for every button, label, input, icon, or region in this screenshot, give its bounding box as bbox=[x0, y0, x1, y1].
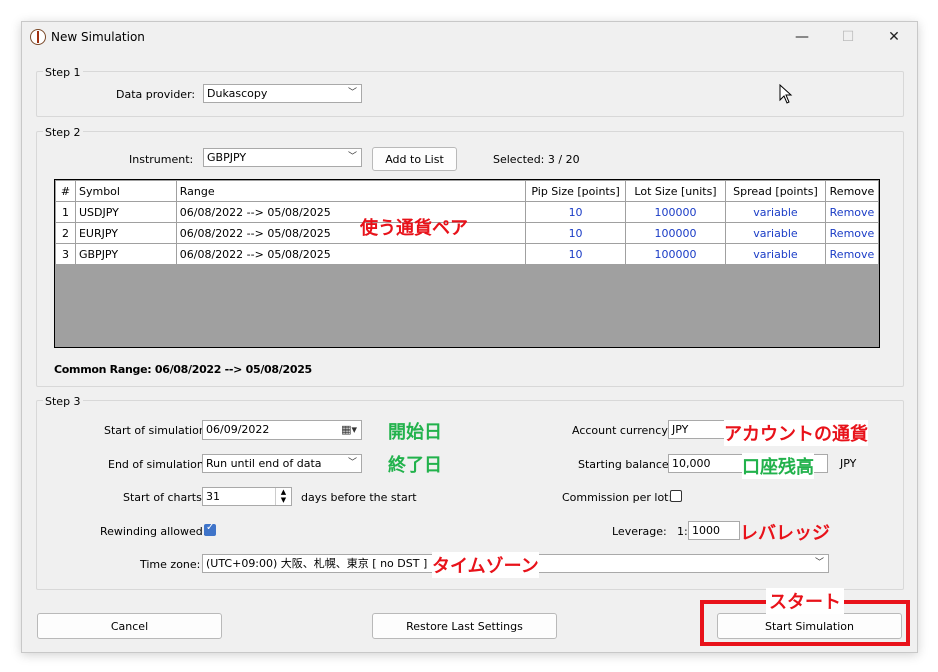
row-pip-size[interactable]: 10 bbox=[525, 243, 627, 265]
column-header: Lot Size [units] bbox=[625, 180, 726, 202]
table-header-row: # Symbol Range Pip Size [points] Lot Siz… bbox=[55, 180, 880, 202]
close-button[interactable]: ✕ bbox=[871, 22, 917, 52]
annotation-start: スタート bbox=[766, 588, 844, 614]
rewinding-allowed-checkbox[interactable] bbox=[204, 522, 216, 536]
row-symbol: EURJPY bbox=[74, 222, 177, 244]
account-currency-input[interactable]: JPY bbox=[668, 420, 728, 439]
start-of-charts-suffix: days before the start bbox=[301, 491, 417, 504]
row-number: 1 bbox=[55, 201, 76, 223]
start-date-value: 06/09/2022 bbox=[206, 423, 270, 436]
starting-balance-label: Starting balance: bbox=[578, 458, 673, 471]
row-lot-size[interactable]: 100000 bbox=[625, 243, 726, 265]
start-of-charts-stepper[interactable]: 31 ▲ ▼ bbox=[202, 487, 292, 506]
data-provider-label: Data provider: bbox=[116, 88, 196, 101]
annotation-timezone: タイムゾーン bbox=[432, 552, 539, 578]
spin-buttons[interactable]: ▲ ▼ bbox=[275, 488, 291, 505]
maximize-icon: ☐ bbox=[841, 29, 855, 45]
row-spread[interactable]: variable bbox=[725, 243, 826, 265]
annotation-start-date: 開始日 bbox=[388, 422, 442, 443]
row-number: 2 bbox=[55, 222, 76, 244]
window-title: New Simulation bbox=[51, 30, 145, 44]
instrument-label: Instrument: bbox=[129, 153, 194, 166]
data-provider-value: Dukascopy bbox=[207, 87, 268, 100]
end-of-simulation-label: End of simulation: bbox=[108, 458, 208, 471]
table-row[interactable]: 3 GBPJPY 06/08/2022 --> 05/08/2025 10 10… bbox=[55, 243, 880, 265]
time-zone-value: (UTC+09:00) 大阪、札幌、東京 [ no DST ] bbox=[206, 557, 428, 570]
remove-link[interactable]: Remove bbox=[824, 201, 880, 223]
minimize-icon: — bbox=[795, 29, 809, 45]
instrument-table: # Symbol Range Pip Size [points] Lot Siz… bbox=[54, 179, 880, 348]
annotation-end-date: 終了日 bbox=[388, 455, 442, 476]
rewinding-allowed-label: Rewinding allowed: bbox=[100, 525, 207, 538]
row-pip-size[interactable]: 10 bbox=[525, 201, 627, 223]
step1-label: Step 1 bbox=[43, 66, 83, 79]
restore-last-settings-button[interactable]: Restore Last Settings bbox=[372, 613, 557, 639]
annotation-account-currency: アカウントの通貨 bbox=[724, 420, 868, 446]
row-spread[interactable]: variable bbox=[725, 222, 826, 244]
add-to-list-button[interactable]: Add to List bbox=[372, 147, 457, 171]
annotation-balance: 口座残高 bbox=[742, 453, 814, 479]
row-lot-size[interactable]: 100000 bbox=[625, 201, 726, 223]
column-header: Symbol bbox=[74, 180, 177, 202]
commission-per-lot-checkbox[interactable] bbox=[670, 490, 682, 502]
row-symbol: USDJPY bbox=[74, 201, 177, 223]
cancel-button[interactable]: Cancel bbox=[37, 613, 222, 639]
chevron-down-icon: ﹀ bbox=[814, 558, 824, 568]
minimize-button[interactable]: — bbox=[779, 22, 825, 52]
row-pip-size[interactable]: 10 bbox=[525, 222, 627, 244]
instrument-value: GBPJPY bbox=[207, 151, 247, 164]
balance-unit: JPY bbox=[840, 457, 857, 470]
remove-link[interactable]: Remove bbox=[824, 243, 880, 265]
start-of-simulation-label: Start of simulation: bbox=[104, 424, 210, 437]
common-range: Common Range: 06/08/2022 --> 05/08/2025 bbox=[54, 363, 312, 376]
row-spread[interactable]: variable bbox=[725, 201, 826, 223]
end-of-simulation-select[interactable]: Run until end of data ﹀ bbox=[202, 454, 362, 473]
title-bar: New Simulation — ☐ ✕ bbox=[22, 22, 917, 52]
remove-link[interactable]: Remove bbox=[824, 222, 880, 244]
start-of-charts-value: 31 bbox=[206, 490, 220, 503]
maximize-button: ☐ bbox=[825, 22, 871, 52]
column-header: Pip Size [points] bbox=[525, 180, 627, 202]
annotation-currency-pair: 使う通貨ペア bbox=[360, 218, 468, 239]
selected-count: Selected: 3 / 20 bbox=[493, 153, 580, 166]
column-header: Spread [points] bbox=[725, 180, 826, 202]
column-header: Range bbox=[175, 180, 527, 202]
leverage-prefix: 1: bbox=[677, 525, 688, 538]
row-symbol: GBPJPY bbox=[74, 243, 177, 265]
leverage-input[interactable]: 1000 bbox=[688, 521, 740, 540]
mouse-cursor-icon bbox=[779, 84, 793, 104]
step3-label: Step 3 bbox=[43, 395, 83, 408]
commission-per-lot-label: Commission per lot: bbox=[562, 491, 673, 504]
step2-label: Step 2 bbox=[43, 126, 83, 139]
chevron-down-icon: ﹀ bbox=[347, 152, 357, 162]
account-currency-label: Account currency: bbox=[572, 424, 671, 437]
row-lot-size[interactable]: 100000 bbox=[625, 222, 726, 244]
row-number: 3 bbox=[55, 243, 76, 265]
row-range: 06/08/2022 --> 05/08/2025 bbox=[175, 222, 527, 244]
row-range: 06/08/2022 --> 05/08/2025 bbox=[175, 243, 527, 265]
column-header: # bbox=[55, 180, 76, 202]
time-zone-label: Time zone: bbox=[140, 558, 201, 571]
close-icon: ✕ bbox=[888, 29, 900, 45]
data-provider-select[interactable]: Dukascopy ﹀ bbox=[203, 84, 362, 103]
app-icon bbox=[30, 29, 46, 45]
start-date-picker[interactable]: 06/09/2022 ▦▾ bbox=[202, 420, 362, 440]
end-of-simulation-value: Run until end of data bbox=[206, 457, 322, 470]
instrument-select[interactable]: GBPJPY ﹀ bbox=[203, 148, 362, 167]
annotation-leverage: レバレッジ bbox=[740, 523, 830, 544]
calendar-icon: ▦▾ bbox=[341, 423, 357, 436]
chevron-down-icon: ﹀ bbox=[347, 88, 357, 98]
column-header: Remove bbox=[824, 180, 880, 202]
chevron-down-icon: ﹀ bbox=[347, 458, 357, 468]
leverage-label: Leverage: bbox=[612, 525, 667, 538]
start-of-charts-label: Start of charts: bbox=[123, 491, 206, 504]
row-range: 06/08/2022 --> 05/08/2025 bbox=[175, 201, 527, 223]
